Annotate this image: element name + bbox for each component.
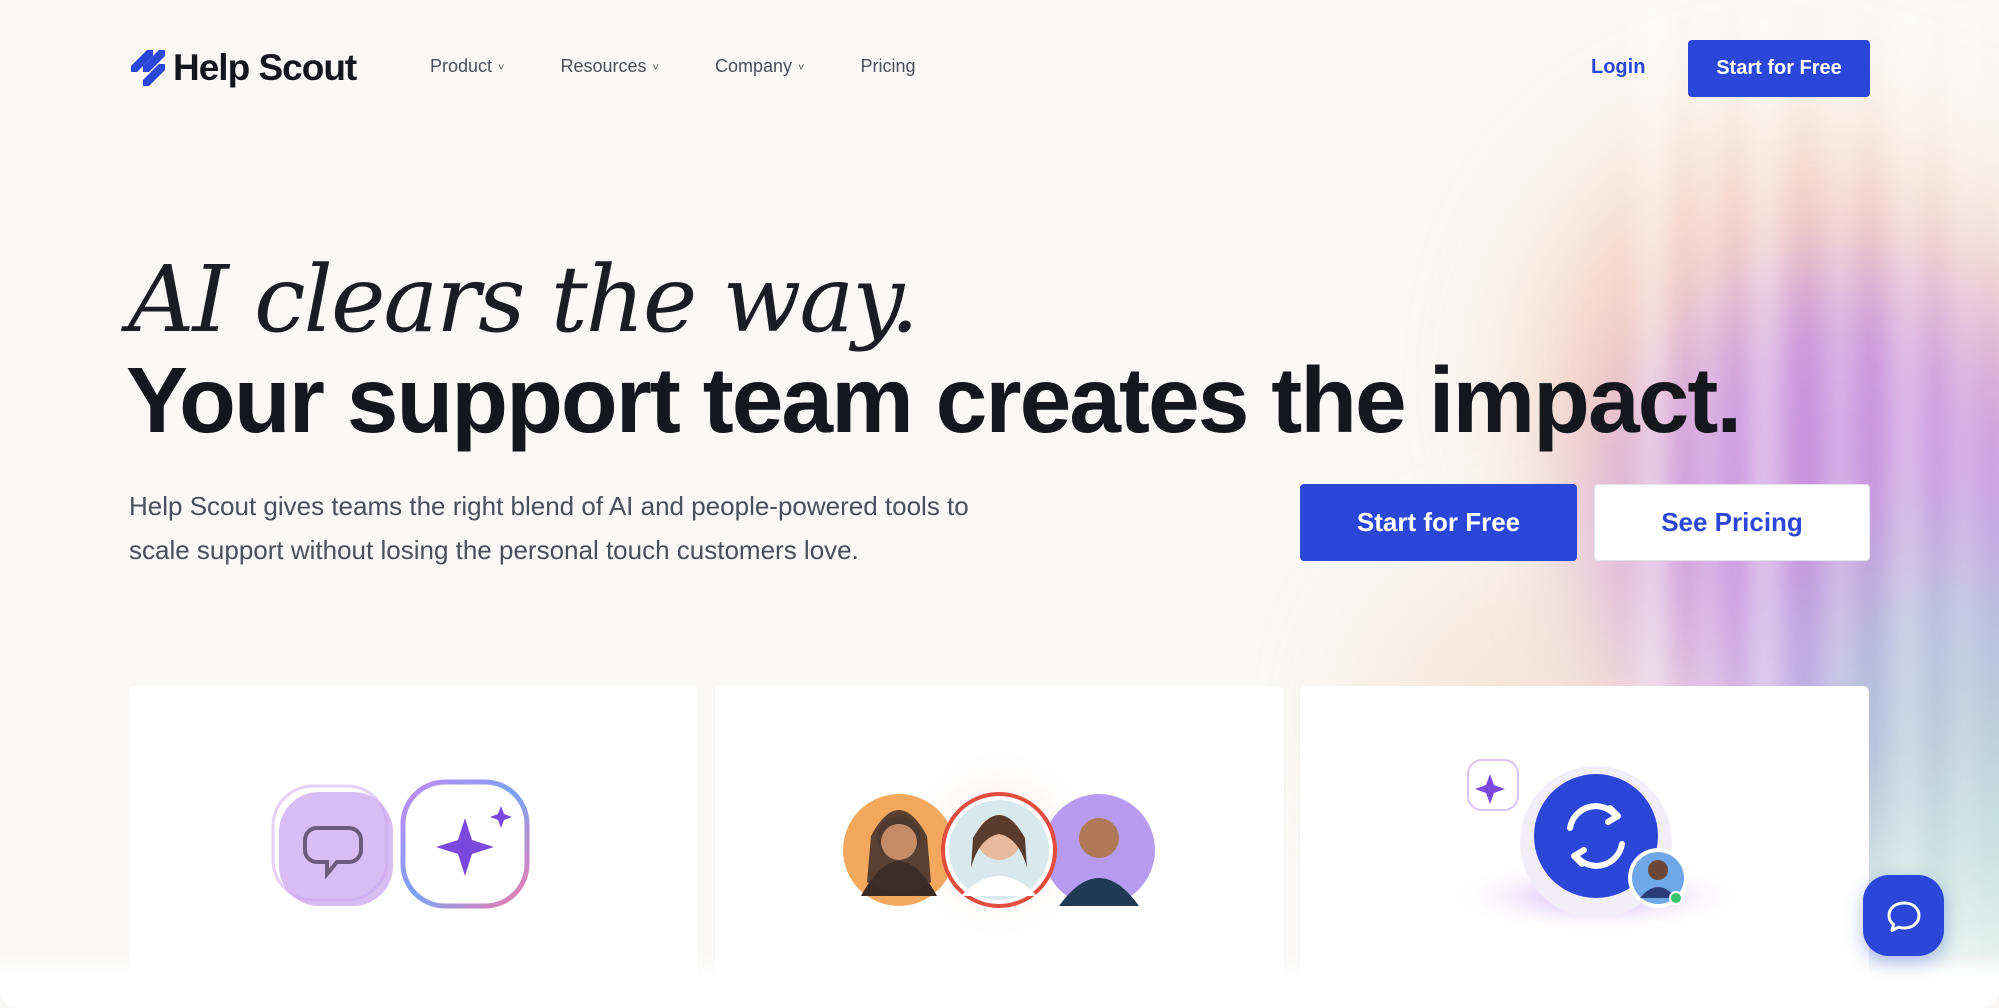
- top-nav: Help Scout Product ˅ Resources ˅ Company…: [0, 0, 1999, 136]
- chevron-down-icon: ˅: [498, 61, 505, 74]
- nav-product[interactable]: Product ˅: [430, 56, 504, 77]
- brand-logo[interactable]: Help Scout: [129, 46, 357, 90]
- feature-card-automation[interactable]: Automation where it helps: [129, 686, 698, 1008]
- chat-sparkle-icon: [271, 779, 530, 909]
- chat-widget-button[interactable]: [1863, 875, 1944, 956]
- nav-product-label: Product: [430, 56, 493, 76]
- card-title: People at the heart: [856, 970, 1143, 1008]
- nav-company[interactable]: Company ˅: [715, 56, 804, 77]
- header-start-free-button[interactable]: Start for Free: [1688, 40, 1870, 97]
- hero-headline-italic: AI clears the way.: [128, 246, 919, 353]
- card-title: Insights to improve: [1442, 970, 1727, 1008]
- brand-name: Help Scout: [173, 47, 357, 88]
- chevron-down-icon: ˅: [652, 61, 659, 74]
- hero-start-free-button[interactable]: Start for Free: [1300, 484, 1577, 561]
- feature-card-people[interactable]: People at the heart: [715, 686, 1284, 1008]
- nav-resources-label: Resources: [560, 56, 647, 76]
- login-link[interactable]: Login: [1591, 56, 1645, 79]
- card-title: Automation where it helps: [218, 970, 609, 1008]
- nav-resources[interactable]: Resources ˅: [560, 56, 658, 77]
- feature-card-insights[interactable]: Insights to improve: [1300, 686, 1869, 1008]
- nav-pricing[interactable]: Pricing: [860, 56, 915, 77]
- hero-headline-bold: Your support team creates the impact.: [126, 348, 1742, 452]
- nav-company-label: Company: [714, 56, 793, 76]
- hero-subtext: Help Scout gives teams the right blend o…: [129, 491, 969, 565]
- main-nav: Product ˅ Resources ˅ Company ˅ Pricing: [430, 56, 971, 77]
- sync-icon: [1448, 759, 1748, 934]
- team-avatars: [843, 746, 1155, 944]
- chat-widget-icon: [1887, 901, 1920, 932]
- page: Help Scout Product ˅ Resources ˅ Company…: [0, 0, 1999, 1008]
- nav-pricing-label: Pricing: [860, 56, 916, 76]
- help-scout-logo-icon: [131, 50, 165, 86]
- hero-see-pricing-button[interactable]: See Pricing: [1594, 484, 1870, 561]
- chevron-down-icon: ˅: [798, 61, 805, 74]
